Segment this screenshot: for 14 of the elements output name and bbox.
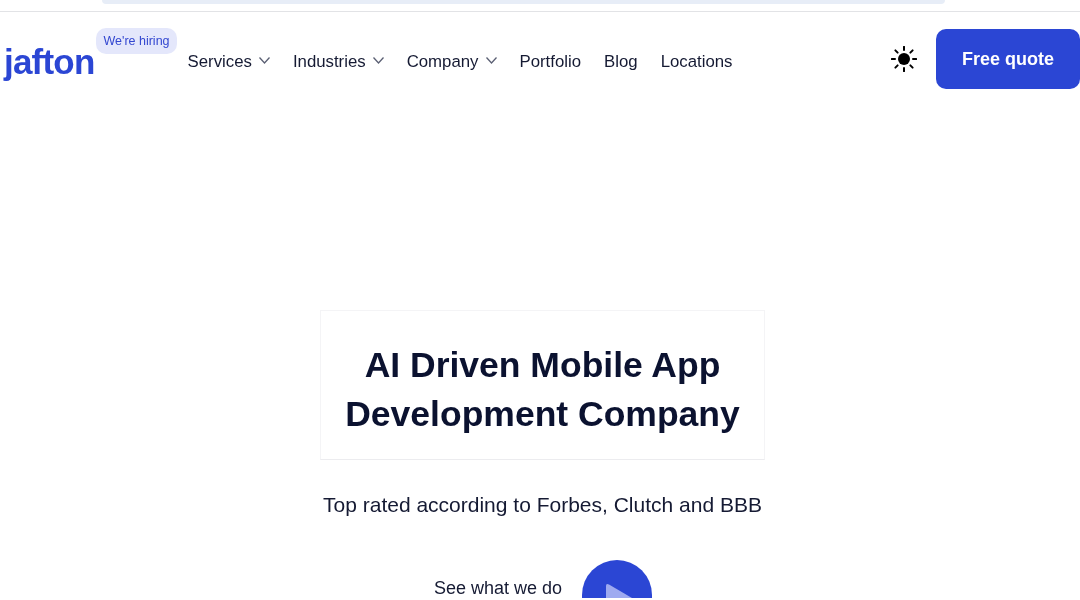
nav-link[interactable]: Company (406, 51, 497, 73)
video-link[interactable]: See what we do (433, 576, 563, 600)
hero-title: AI Driven Mobile App Development Company (344, 344, 741, 436)
nav-link[interactable]: Industries (292, 51, 384, 73)
logo[interactable]: jafton (4, 42, 95, 82)
nav-link[interactable]: Blog (604, 51, 638, 73)
nav-link[interactable]: Locations (660, 51, 733, 73)
hiring-badge[interactable]: We're hiring (96, 28, 177, 54)
free-quote-button[interactable]: Free quote (936, 29, 1080, 89)
nav-link[interactable]: Services (187, 51, 270, 73)
sun-icon[interactable] (891, 46, 917, 72)
nav-link[interactable]: Portfolio (519, 51, 582, 73)
play-icon (606, 583, 633, 598)
hero-subtitle: Top rated according to Forbes, Clutch and BBB (323, 492, 762, 518)
